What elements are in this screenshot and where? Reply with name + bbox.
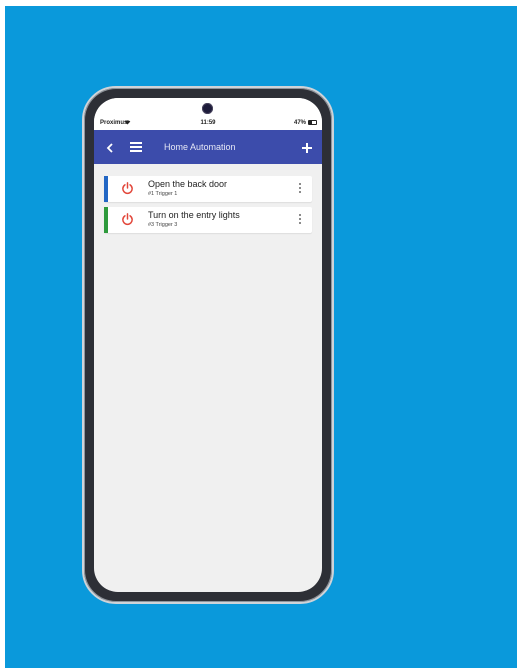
add-button[interactable] — [298, 130, 316, 164]
accent-bar — [104, 176, 108, 202]
hamburger-menu-icon — [130, 142, 142, 144]
status-bar: Proximus 11:59 47% — [94, 98, 322, 130]
automation-title: Turn on the entry lights — [148, 210, 240, 220]
accent-bar — [104, 207, 108, 233]
more-vertical-icon[interactable] — [298, 183, 302, 195]
power-icon[interactable] — [121, 181, 134, 195]
front-camera — [202, 103, 213, 114]
more-vertical-icon[interactable] — [298, 214, 302, 226]
app-header: Home Automation — [94, 130, 322, 164]
back-button[interactable] — [102, 130, 118, 164]
list-item[interactable]: Turn on the entry lights #3 Trigger 3 — [104, 207, 312, 233]
plus-icon — [302, 142, 312, 153]
phone-frame: Proximus 11:59 47% Home Automation Open … — [82, 86, 334, 604]
automation-trigger: #1 Trigger 1 — [148, 191, 178, 197]
automation-list: Open the back door #1 Trigger 1 Turn on … — [104, 176, 312, 238]
battery-percent: 47% — [293, 120, 306, 126]
power-icon[interactable] — [121, 212, 134, 226]
chevron-left-icon — [106, 143, 113, 153]
hamburger-line — [130, 150, 142, 152]
hamburger-line — [130, 146, 142, 148]
automation-trigger: #3 Trigger 3 — [148, 222, 178, 228]
clock: 11:59 — [200, 120, 216, 126]
list-item[interactable]: Open the back door #1 Trigger 1 — [104, 176, 312, 202]
wifi-icon — [124, 120, 131, 125]
automation-title: Open the back door — [148, 179, 228, 189]
menu-button[interactable] — [126, 130, 146, 164]
phone-screen: Proximus 11:59 47% Home Automation Open … — [94, 98, 322, 592]
page-title: Home Automation — [164, 142, 236, 152]
battery-icon — [308, 120, 317, 125]
background-canvas: Proximus 11:59 47% Home Automation Open … — [5, 6, 517, 668]
